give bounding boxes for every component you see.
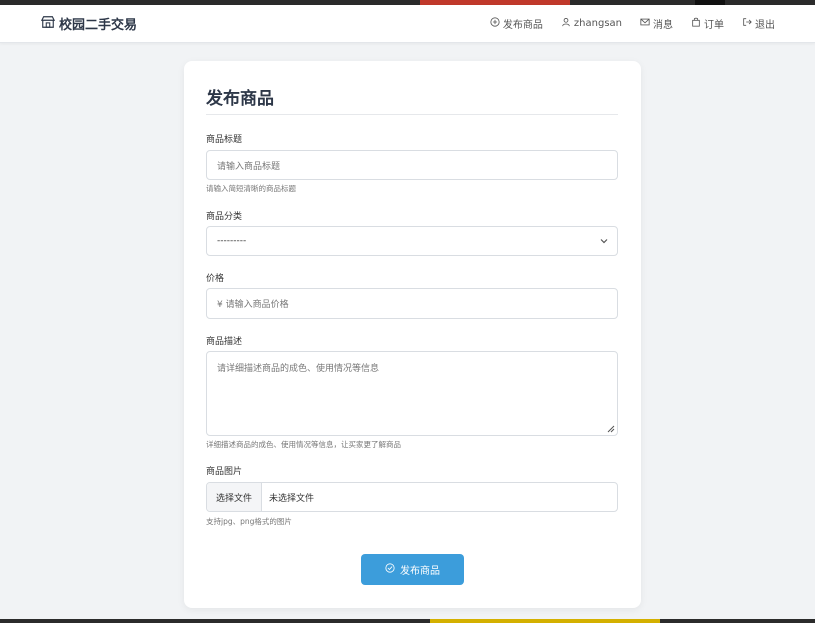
- image-label: 商品图片: [206, 467, 243, 477]
- description-label: 商品描述: [206, 337, 243, 347]
- store-icon: [40, 15, 56, 33]
- page-title: 发布商品: [206, 89, 274, 109]
- price-label: 价格: [206, 274, 225, 284]
- title-help: 请输入简短清晰的商品标题: [206, 184, 296, 193]
- title-divider: [206, 114, 618, 115]
- logout-icon: [742, 17, 752, 30]
- category-label: 商品分类: [206, 212, 243, 222]
- publish-form-card: 发布商品 商品标题 请输入商品标题 请输入简短清晰的商品标题 商品分类 ----…: [184, 61, 641, 608]
- description-placeholder: 请详细描述商品的成色、使用情况等信息: [217, 364, 380, 374]
- image-file-input[interactable]: 选择文件 未选择文件: [206, 482, 618, 512]
- brand-name: 校园二手交易: [59, 18, 138, 33]
- category-select[interactable]: ---------: [206, 226, 618, 256]
- brand[interactable]: 校园二手交易: [40, 14, 138, 33]
- image-help: 支持jpg、png格式的图片: [206, 517, 292, 526]
- user-icon: [561, 17, 571, 30]
- navbar: 校园二手交易 发布商品 zhangsan 消息 订单 退出: [0, 5, 815, 43]
- description-textarea[interactable]: 请详细描述商品的成色、使用情况等信息: [206, 351, 618, 436]
- envelope-icon: [640, 17, 650, 30]
- nav-menu: 发布商品 zhangsan 消息 订单 退出: [490, 16, 775, 31]
- plus-circle-icon: [490, 17, 500, 30]
- nav-publish[interactable]: 发布商品: [490, 16, 543, 31]
- resize-handle-icon[interactable]: [607, 425, 615, 433]
- nav-publish-label: 发布商品: [502, 20, 543, 31]
- nav-logout-label: 退出: [755, 20, 775, 31]
- choose-file-button[interactable]: 选择文件: [207, 483, 263, 511]
- nav-logout[interactable]: 退出: [742, 16, 775, 31]
- chevron-down-icon: [600, 237, 608, 245]
- nav-messages[interactable]: 消息: [640, 16, 673, 31]
- title-placeholder: 请输入商品标题: [217, 161, 281, 172]
- price-input[interactable]: ¥ 请输入商品价格: [206, 288, 618, 319]
- bottom-strip-accent: [430, 619, 660, 623]
- description-help: 详细描述商品的成色、使用情况等信息，让买家更了解商品: [206, 440, 401, 449]
- nav-messages-label: 消息: [653, 20, 673, 31]
- title-input[interactable]: 请输入商品标题: [206, 150, 618, 180]
- bottom-strip: [0, 619, 815, 623]
- publish-button-label: 发布商品: [400, 566, 440, 577]
- title-label: 商品标题: [206, 135, 243, 145]
- price-placeholder: ¥ 请输入商品价格: [217, 300, 289, 310]
- check-circle-icon: [385, 563, 395, 576]
- nav-orders-label: 订单: [704, 20, 724, 31]
- publish-button[interactable]: 发布商品: [361, 554, 464, 585]
- file-status: 未选择文件: [269, 493, 315, 504]
- nav-user[interactable]: zhangsan: [561, 16, 622, 31]
- nav-user-label: zhangsan: [573, 18, 622, 29]
- category-value: ---------: [217, 236, 247, 246]
- nav-orders[interactable]: 订单: [691, 16, 724, 31]
- bag-icon: [691, 17, 701, 30]
